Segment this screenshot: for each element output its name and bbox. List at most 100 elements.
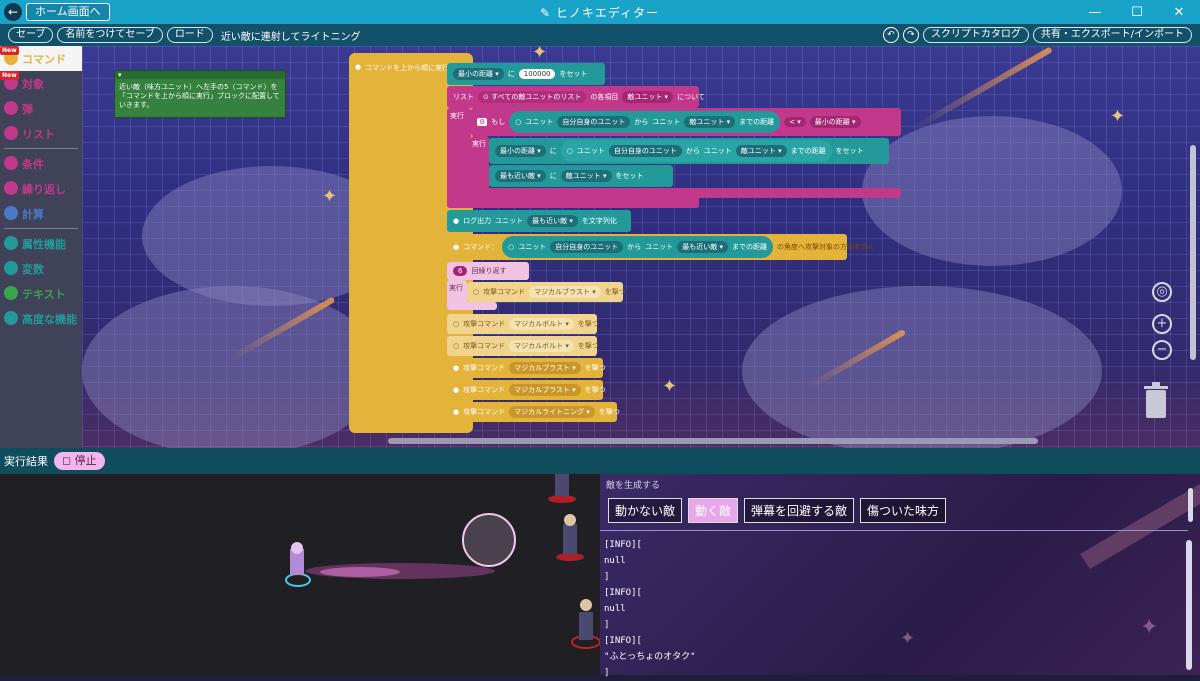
save-as-button[interactable]: 名前をつけてセーブ [57,27,163,43]
share-export-import-button[interactable]: 共有・エクスポート/インポート [1032,27,1192,43]
set-label: をセット [559,70,588,78]
attack-command-label: 攻撃コマンド [463,386,506,394]
each-var-dropdown[interactable]: 敵ユニット ▾ [622,91,674,103]
enemy-list-slot[interactable]: ⊙ すべての敵ユニットのリスト [478,91,587,103]
stationary-enemy-button[interactable]: 動かない敵 [608,498,683,523]
log-scrollbar[interactable] [1186,540,1192,670]
attack-command-block[interactable]: ● 攻撃コマンド マジカルブラスト ▾ を撃つ [447,380,606,400]
dodging-enemy-button[interactable]: 弾幕を回避する敵 [744,498,855,523]
recenter-icon[interactable]: ◎ [1152,282,1172,302]
attack-command-block[interactable]: ○ 攻撃コマンド マジカルボルト ▾ を撃つ [447,314,599,334]
repeat-block[interactable]: 6 回繰り返す [447,262,529,280]
sidebar-item-10[interactable]: 高度な機能 [0,306,82,331]
magic-dropdown[interactable]: マジカルブラスト ▾ [509,362,581,374]
distance-expr[interactable]: ○ ユニット 自分自身のユニット から ユニット 敵ユニット ▾ までの距離 [560,140,832,162]
min-distance-var-dropdown[interactable]: 最小の距離 ▾ [495,145,546,157]
enemy-unit-dropdown[interactable]: 敵ユニット ▾ [735,145,787,157]
cloud-decoration [82,286,382,448]
nearest-enemy-dropdown[interactable]: 最も近い敵 ▾ [527,215,578,227]
if-exec-arm: 実行 [471,136,489,196]
magic-dropdown[interactable]: マジカルブラスト ▾ [529,286,601,298]
game-stage[interactable] [0,474,600,675]
magic-orb [462,513,516,567]
for-each-block[interactable]: リスト ⊙ すべての敵ユニットのリスト の各項目 敵ユニット ▾ について [447,86,705,108]
zoom-out-icon[interactable]: − [1152,340,1172,360]
var-dropdown[interactable]: 最小の距離 ▾ [453,68,504,80]
app-title-text: ヒノキエディター [555,6,660,20]
log-output-block[interactable]: ● ログ出力 ユニット 最も近い敵 ▾ を文字列化 [447,210,631,232]
sidebar-item-label: 変数 [22,262,44,276]
trash-icon[interactable] [1142,380,1170,420]
sidebar-separator [4,228,78,229]
load-button[interactable]: ロード [166,27,213,43]
self-unit-slot[interactable]: 自分自身のユニット [557,116,631,128]
workspace-horizontal-scrollbar[interactable] [388,438,1038,444]
enemy-panel-scrollbar[interactable] [1188,488,1193,522]
magic-dropdown[interactable]: マジカルボルト ▾ [509,318,574,330]
save-button[interactable]: セーブ [8,27,54,43]
gear-icon[interactable]: ⚙ [477,118,488,126]
sidebar-item-9[interactable]: テキスト [0,281,82,306]
set-min-distance-inner-block[interactable]: 最小の距離 ▾ に ○ ユニット 自分自身のユニット から ユニット 敵ユニット… [489,138,889,164]
category-swatch-icon [4,286,18,300]
moving-enemy-button[interactable]: 動く敵 [688,498,739,523]
sidebar-item-2[interactable]: 弾 [0,96,82,121]
nearest-var-dropdown[interactable]: 最も近い敵 ▾ [495,170,546,182]
category-swatch-icon [4,311,18,325]
stop-button[interactable]: ◻ 停止 [54,452,105,470]
list-label: リスト [453,93,474,101]
attack-command-block[interactable]: ● 攻撃コマンド マジカルライトニング ▾ を撃つ [447,402,620,422]
enemy-unit-dropdown[interactable]: 敵ユニット ▾ [560,170,612,182]
undo-icon[interactable]: ↶ [882,27,899,43]
attack-command-block[interactable]: ○ 攻撃コマンド マジカルボルト ▾ を撃つ [447,336,599,356]
distance-label: までの距離 [790,147,826,155]
log-line: ] [604,572,610,582]
comment-note[interactable]: ▾ 近い敵（味方ユニット）へ左手の5（コマンド）を「コマンドを上から順に実行」ブ… [114,70,286,118]
log-output-label: ログ出力 [463,217,492,225]
sidebar-item-3[interactable]: リスト [0,121,82,146]
script-catalog-button[interactable]: スクリプトカタログ [922,27,1029,43]
star-decoration: ✦ [322,186,338,207]
radio-dot-icon: ● [355,63,362,71]
sidebar-item-5[interactable]: 繰り返し [0,176,82,201]
sidebar-item-1[interactable]: New 対象 [0,71,82,96]
wounded-ally-button[interactable]: 傷ついた味方 [860,498,947,523]
magic-dropdown[interactable]: マジカルライトニング ▾ [509,406,595,418]
set-min-distance-block[interactable]: 最小の距離 ▾ に 100000 をセット [447,63,605,85]
if-block[interactable]: ⚙ もし ○ ユニット 自分自身のユニット から ユニット 敵ユニット ▾ まで… [471,108,901,136]
magic-dropdown[interactable]: マジカルボルト ▾ [509,340,574,352]
result-bar: 実行結果 ◻ 停止 [0,448,1200,474]
distance-compare[interactable]: ○ ユニット 自分自身のユニット から ユニット 敵ユニット ▾ までの距離 [509,111,781,133]
sidebar-item-7[interactable]: 属性機能 [0,231,82,256]
home-button[interactable]: ← ホーム画面へ [4,2,110,22]
zoom-in-icon[interactable]: + [1152,314,1172,334]
title-bar: ← ホーム画面へ ✎ ヒノキエディター — ☐ ✕ [0,0,1200,24]
attack-command-block[interactable]: ○ 攻撃コマンド マジカルブラスト ▾ を撃つ [467,282,626,302]
min-distance-dropdown[interactable]: 最小の距離 ▾ [809,116,861,128]
set-label: をセット [835,147,864,155]
enemy-unit-dropdown[interactable]: 敵ユニット ▾ [684,116,736,128]
unit-label: ユニット [576,147,605,155]
workspace-vertical-scrollbar[interactable] [1190,145,1196,360]
sidebar-item-0[interactable]: New コマンド [0,46,82,71]
face-direction-command-block[interactable]: ● コマンド： ○ ユニット 自分自身のユニット から ユニット 最も近い敵 ▾… [447,234,875,260]
compare-op-dropdown[interactable]: < ▾ [784,117,806,127]
attack-command-block[interactable]: ● 攻撃コマンド マジカルブラスト ▾ を撃つ [447,358,606,378]
log-line: [INFO][ [604,588,642,598]
number-input[interactable]: 100000 [518,69,556,79]
maximize-icon[interactable]: ☐ [1116,0,1158,24]
sidebar-item-4[interactable]: 条件 [0,151,82,176]
self-unit-slot[interactable]: 自分自身のユニット [550,241,624,253]
distance-expr[interactable]: ○ ユニット 自分自身のユニット から ユニット 最も近い敵 ▾ までの距離 [502,236,773,258]
sidebar-item-8[interactable]: 変数 [0,256,82,281]
star-decoration: ✦ [662,376,678,397]
minimize-icon[interactable]: — [1074,0,1116,24]
repeat-count-input[interactable]: 6 [453,266,468,276]
set-nearest-block[interactable]: 最も近い敵 ▾ に 敵ユニット ▾ をセット [489,165,673,187]
nearest-enemy-dropdown[interactable]: 最も近い敵 ▾ [677,241,728,253]
magic-dropdown[interactable]: マジカルブラスト ▾ [509,384,581,396]
self-unit-slot[interactable]: 自分自身のユニット [608,145,682,157]
sidebar-item-6[interactable]: 計算 [0,201,82,226]
close-icon[interactable]: ✕ [1158,0,1200,24]
redo-icon[interactable]: ↷ [902,27,919,43]
